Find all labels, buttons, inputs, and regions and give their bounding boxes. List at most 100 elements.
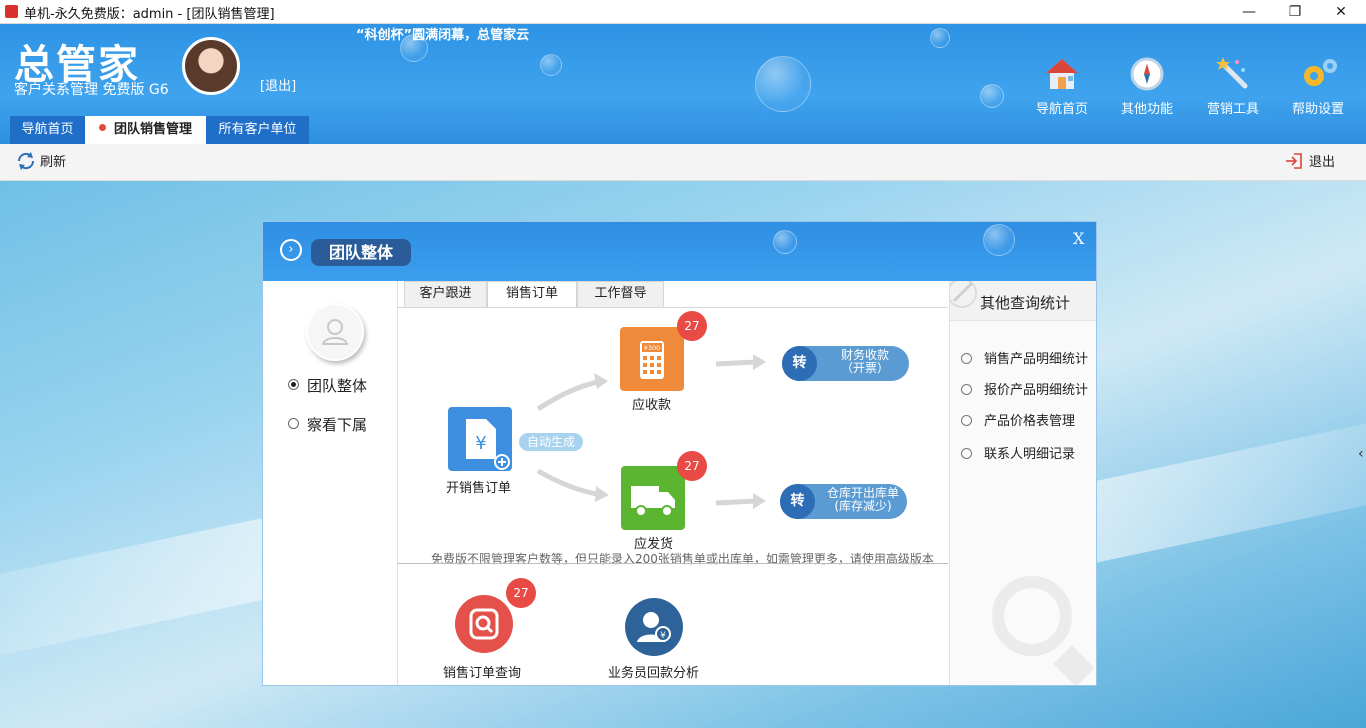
sales-order-query-button[interactable] <box>455 595 513 653</box>
stats-item-quote-product-detail[interactable]: 报价产品明细统计 <box>961 379 1088 398</box>
home-icon <box>1044 56 1080 92</box>
refresh-label: 刷新 <box>40 155 67 170</box>
tab-team-sales[interactable]: 团队销售管理 <box>85 116 206 144</box>
tab-all-customers-label: 所有客户单位 <box>218 122 297 137</box>
app-icon <box>5 5 18 18</box>
nav-help-label: 帮助设置 <box>1291 102 1344 117</box>
tab-home[interactable]: 导航首页 <box>10 116 85 144</box>
sales-flow-panel: 客户跟进 销售订单 工作督导 ¥ 开销售订单 自动生成 ¥300 27 应收款 … <box>398 281 948 685</box>
stats-item-price-list[interactable]: 产品价格表管理 <box>961 410 1075 429</box>
user-avatar[interactable] <box>182 37 240 95</box>
nav-other-label: 其他功能 <box>1120 102 1173 117</box>
decor-bubble <box>755 56 811 112</box>
decor-bubble <box>983 224 1015 256</box>
active-dot-icon <box>98 124 106 131</box>
nav-other-button[interactable]: 其他功能 <box>1112 56 1182 117</box>
decor-bubble <box>930 28 950 48</box>
news-slogan[interactable]: “科创杯”圆满闭幕，总管家云 <box>356 24 529 43</box>
user-yen-icon: ¥ <box>637 612 671 642</box>
create-sales-order-button[interactable]: ¥ <box>448 407 512 471</box>
svg-text:¥300: ¥300 <box>644 344 661 352</box>
other-stats-header: 其他查询统计 <box>950 281 1096 321</box>
search-icon <box>961 384 972 395</box>
window-titlebar: 单机-永久免费版：admin - [团队销售管理] — ❐ ✕ <box>0 0 1366 24</box>
decor-bubble <box>540 54 562 76</box>
svg-text:¥: ¥ <box>660 631 666 641</box>
to-warehouse-outbound-button[interactable]: 转 仓库开出库单 (库存减少) <box>780 484 907 519</box>
ship-count-badge: 27 <box>677 451 707 481</box>
stats-item-sales-product-detail[interactable]: 销售产品明细统计 <box>961 348 1088 367</box>
radio-team-overall-label: 团队整体 <box>307 377 368 395</box>
radio-team-overall[interactable]: 团队整体 <box>288 375 367 396</box>
brand-subtitle: 客户关系管理 免费版 G6 <box>14 82 169 98</box>
salesperson-payment-analysis-button[interactable]: ¥ <box>625 598 683 656</box>
nav-home-label: 导航首页 <box>1035 102 1088 117</box>
receivable-button[interactable]: ¥300 <box>620 327 684 391</box>
compass-icon <box>1129 56 1165 92</box>
window-title: 单机-永久免费版：admin - [团队销售管理] <box>24 7 275 22</box>
radio-checked-icon <box>288 379 299 390</box>
search-icon <box>961 415 972 426</box>
gears-icon <box>1300 56 1337 92</box>
salesperson-payment-analysis-label: 业务员回款分析 <box>608 666 700 681</box>
radio-unchecked-icon <box>288 418 299 429</box>
truck-icon <box>631 486 675 517</box>
receivable-label: 应收款 <box>632 398 672 413</box>
tab-home-label: 导航首页 <box>21 122 74 137</box>
auto-generate-tag: 自动生成 <box>519 433 583 451</box>
logout-link[interactable]: [退出] <box>260 75 296 94</box>
stats-item-label: 销售产品明细统计 <box>984 352 1089 367</box>
radio-view-subordinates-label: 察看下属 <box>307 416 368 434</box>
close-window-button[interactable]: ✕ <box>1318 0 1364 24</box>
scope-panel: 团队整体 察看下属 <box>263 281 398 685</box>
radio-view-subordinates[interactable]: 察看下属 <box>288 414 367 435</box>
person-icon <box>306 303 364 361</box>
decor-bubble <box>773 230 797 254</box>
other-stats-panel: 其他查询统计 销售产品明细统计 报价产品明细统计 产品价格表管理 联系人明细记录 <box>949 281 1096 685</box>
sales-order-query-label: 销售订单查询 <box>443 666 522 681</box>
nav-home-button[interactable]: 导航首页 <box>1027 56 1097 117</box>
tab-team-sales-label: 团队销售管理 <box>113 122 192 137</box>
sales-query-count-badge: 27 <box>506 578 536 608</box>
nav-marketing-label: 营销工具 <box>1206 102 1259 117</box>
exit-button[interactable]: 退出 <box>1285 152 1335 172</box>
to-ship-button[interactable] <box>621 466 685 530</box>
tab-all-customers[interactable]: 所有客户单位 <box>206 116 309 144</box>
exit-label: 退出 <box>1309 155 1336 170</box>
other-stats-title: 其他查询统计 <box>980 294 1071 312</box>
app-header: 总管家 客户关系管理 免费版 G6 [退出] “科创杯”圆满闭幕，总管家云 导航… <box>0 24 1366 144</box>
nav-marketing-button[interactable]: 营销工具 <box>1198 56 1268 117</box>
stats-item-contact-detail[interactable]: 联系人明细记录 <box>961 443 1075 462</box>
turn-icon: 转 <box>782 346 817 381</box>
refresh-icon <box>16 152 35 170</box>
chevron-right-icon: › <box>280 239 302 261</box>
stats-item-label: 产品价格表管理 <box>984 414 1076 429</box>
to-finance-receipt-line2: （开票） <box>840 361 889 375</box>
search-icon <box>961 448 972 459</box>
to-finance-receipt-button[interactable]: 转 财务收款 （开票） <box>782 346 909 381</box>
dialog-close-button[interactable]: X <box>1073 229 1084 248</box>
decor-bubble <box>980 84 1004 108</box>
turn-icon: 转 <box>780 484 815 519</box>
create-sales-order-label: 开销售订单 <box>446 481 512 496</box>
cash-register-icon: ¥300 <box>640 341 664 379</box>
to-warehouse-outbound-line2: (库存减少) <box>834 499 892 513</box>
refresh-button[interactable]: 刷新 <box>16 152 66 172</box>
free-version-note: 免费版不限管理客户数等，但只能录入200张销售单或出库单，如需管理更多，请使用高… <box>431 552 934 566</box>
stats-item-label: 联系人明细记录 <box>984 447 1076 462</box>
search-icon <box>961 353 972 364</box>
section-divider <box>398 563 948 564</box>
pencil-icon <box>950 281 977 308</box>
magnifier-handle-decor <box>1053 645 1095 685</box>
minimize-button[interactable]: — <box>1226 0 1272 24</box>
magnifier-watermark-icon <box>992 576 1072 656</box>
receivable-count-badge: 27 <box>677 311 707 341</box>
exit-icon <box>1285 152 1303 170</box>
team-overview-dialog: › 团队整体 X 团队整体 察看下属 客户跟进 销售订单 工作督导 ¥ 开销售订… <box>262 221 1097 686</box>
to-warehouse-outbound-text: 仓库开出库单 (库存减少) <box>818 487 908 513</box>
nav-help-button[interactable]: 帮助设置 <box>1283 56 1353 117</box>
maximize-button[interactable]: ❐ <box>1272 0 1318 24</box>
dialog-title: 团队整体 <box>311 239 412 266</box>
collapse-arrow-icon[interactable]: ‹ <box>1358 446 1364 462</box>
search-doc-icon <box>469 608 499 640</box>
